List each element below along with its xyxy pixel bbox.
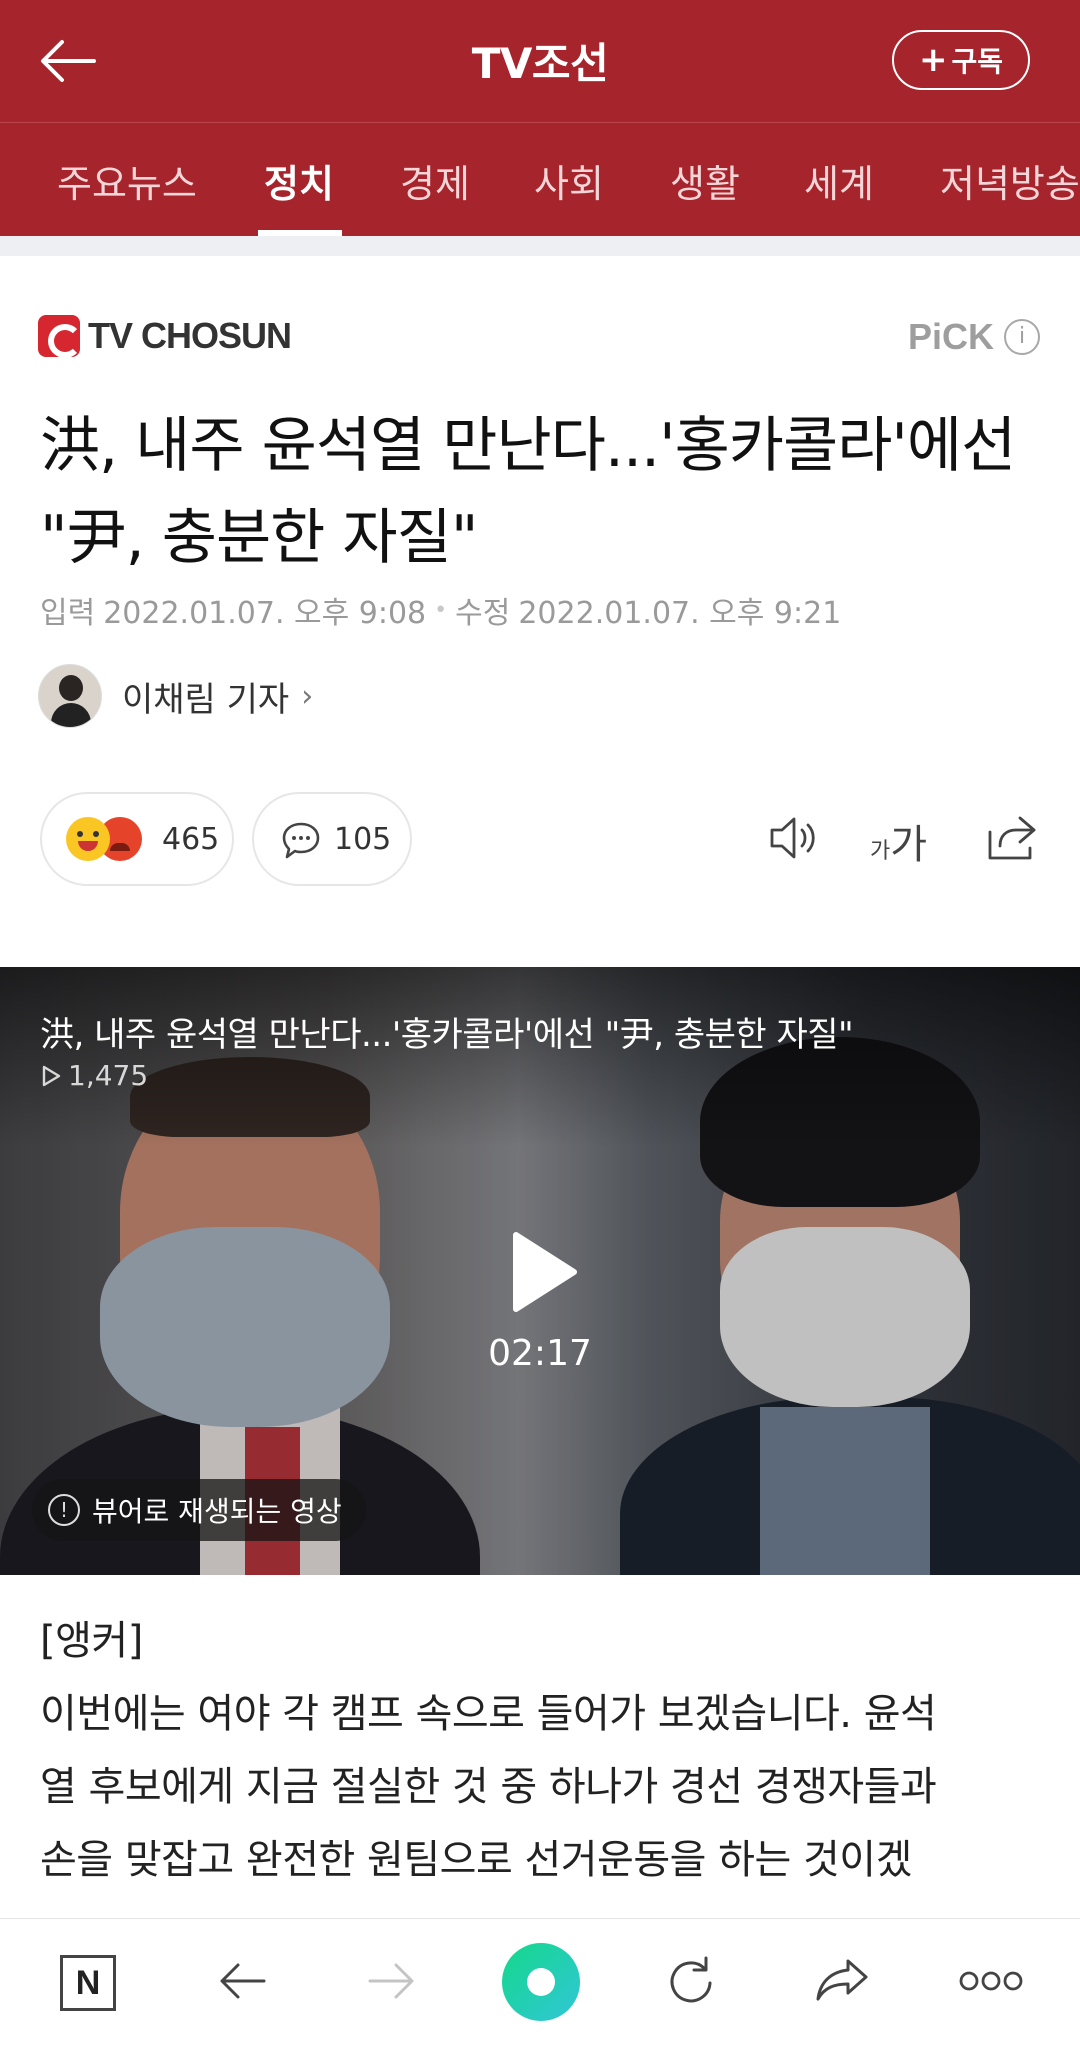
chevron-right-icon: › xyxy=(301,678,314,714)
plus-icon: + xyxy=(918,40,948,80)
press-logo[interactable]: TV CHOSUN xyxy=(38,315,292,358)
subscribe-label: 구독 xyxy=(951,45,1004,78)
input-label: 입력 xyxy=(40,596,96,631)
viewer-notice-text: 뷰어로 재생되는 영상 xyxy=(92,1495,342,1528)
section-gap xyxy=(0,236,1080,256)
modified-label: 수정 xyxy=(455,596,511,631)
article-timestamps: 입력 2022.01.07. 오후 9:08 • 수정 2022.01.07. … xyxy=(40,588,841,632)
font-size-icon[interactable]: 가가 xyxy=(870,812,927,870)
subscribe-button[interactable]: + 구독 xyxy=(892,30,1030,90)
body-line: 손을 맞잡고 완전한 원팀으로 선거운동을 하는 것이겠 xyxy=(40,1837,912,1883)
smile-emoji-icon xyxy=(66,817,110,861)
forward-icon[interactable] xyxy=(364,1953,420,2009)
pick-label: PiCK xyxy=(907,316,994,357)
comment-icon xyxy=(282,822,320,859)
comment-button[interactable]: 105 xyxy=(252,792,412,886)
anchor-label: [앵커] xyxy=(40,1618,143,1664)
tab-politics[interactable]: 정치 xyxy=(264,153,334,208)
tab-world[interactable]: 세계 xyxy=(804,153,874,208)
play-small-icon xyxy=(42,1065,61,1086)
viewer-notice: ! 뷰어로 재생되는 영상 xyxy=(32,1479,366,1541)
article-headline: 洪, 내주 윤석열 만난다...'홍카콜라'에선 "尹, 충분한 자질" xyxy=(40,411,1016,573)
modified-time: 2022.01.07. 오후 9:21 xyxy=(518,596,842,631)
top-bar: TV조선 + 구독 xyxy=(0,0,1080,122)
bottom-navigation: N xyxy=(0,1918,1080,2051)
speaker-icon[interactable] xyxy=(766,810,822,866)
back-nav-icon[interactable] xyxy=(214,1953,270,2009)
play-icon[interactable] xyxy=(510,1229,580,1315)
exclamation-icon: ! xyxy=(48,1494,80,1526)
video-title: 洪, 내주 윤석열 만난다...'홍카콜라'에선 "尹, 충분한 자질" xyxy=(40,1015,854,1055)
comment-count: 105 xyxy=(334,822,392,857)
body-line: 이번에는 여야 각 캠프 속으로 들어가 보겠습니다. 윤석 xyxy=(40,1691,937,1737)
reaction-count: 465 xyxy=(162,822,220,857)
tab-main-news[interactable]: 주요뉴스 xyxy=(57,153,197,208)
press-name: TV CHOSUN xyxy=(88,315,292,356)
tv-chosun-logo-icon xyxy=(38,315,82,358)
tab-society[interactable]: 사회 xyxy=(534,153,604,208)
reporter-avatar xyxy=(38,664,102,728)
video-player[interactable]: 洪, 내주 윤석열 만난다...'홍카콜라'에선 "尹, 충분한 자질" 1,4… xyxy=(0,967,1080,1575)
separator-dot: • xyxy=(434,597,448,623)
category-tabs: 주요뉴스 정치 경제 사회 생활 세계 저녁방송 xyxy=(0,123,1080,236)
article-body: [앵커] 이번에는 여야 각 캠프 속으로 들어가 보겠습니다. 윤석 열 후보… xyxy=(40,1605,1050,1897)
reporter-name: 이채림 기자 xyxy=(122,679,290,720)
video-view-count: 1,475 xyxy=(40,1059,148,1092)
video-duration: 02:17 xyxy=(488,1333,592,1374)
reaction-button[interactable]: 465 xyxy=(40,792,234,886)
share-nav-icon[interactable] xyxy=(812,1953,872,2009)
share-icon[interactable] xyxy=(984,810,1040,866)
tab-economy[interactable]: 경제 xyxy=(400,153,470,208)
body-line: 열 후보에게 지금 절실한 것 중 하나가 경선 경쟁자들과 xyxy=(40,1764,937,1810)
tab-evening-broadcast[interactable]: 저녁방송 xyxy=(940,153,1080,208)
pick-badge[interactable]: PiCK i xyxy=(908,316,1040,358)
info-icon[interactable]: i xyxy=(1004,319,1040,355)
view-count: 1,475 xyxy=(68,1059,149,1092)
refresh-icon[interactable] xyxy=(662,1953,720,2011)
tab-life[interactable]: 생활 xyxy=(670,153,740,208)
input-time: 2022.01.07. 오후 9:08 xyxy=(103,596,427,631)
more-icon[interactable] xyxy=(958,1953,1024,2009)
reporter-link[interactable]: 이채림 기자 › xyxy=(38,664,313,728)
green-dot-button[interactable] xyxy=(502,1943,580,2021)
naver-home-button[interactable]: N xyxy=(60,1955,116,2011)
